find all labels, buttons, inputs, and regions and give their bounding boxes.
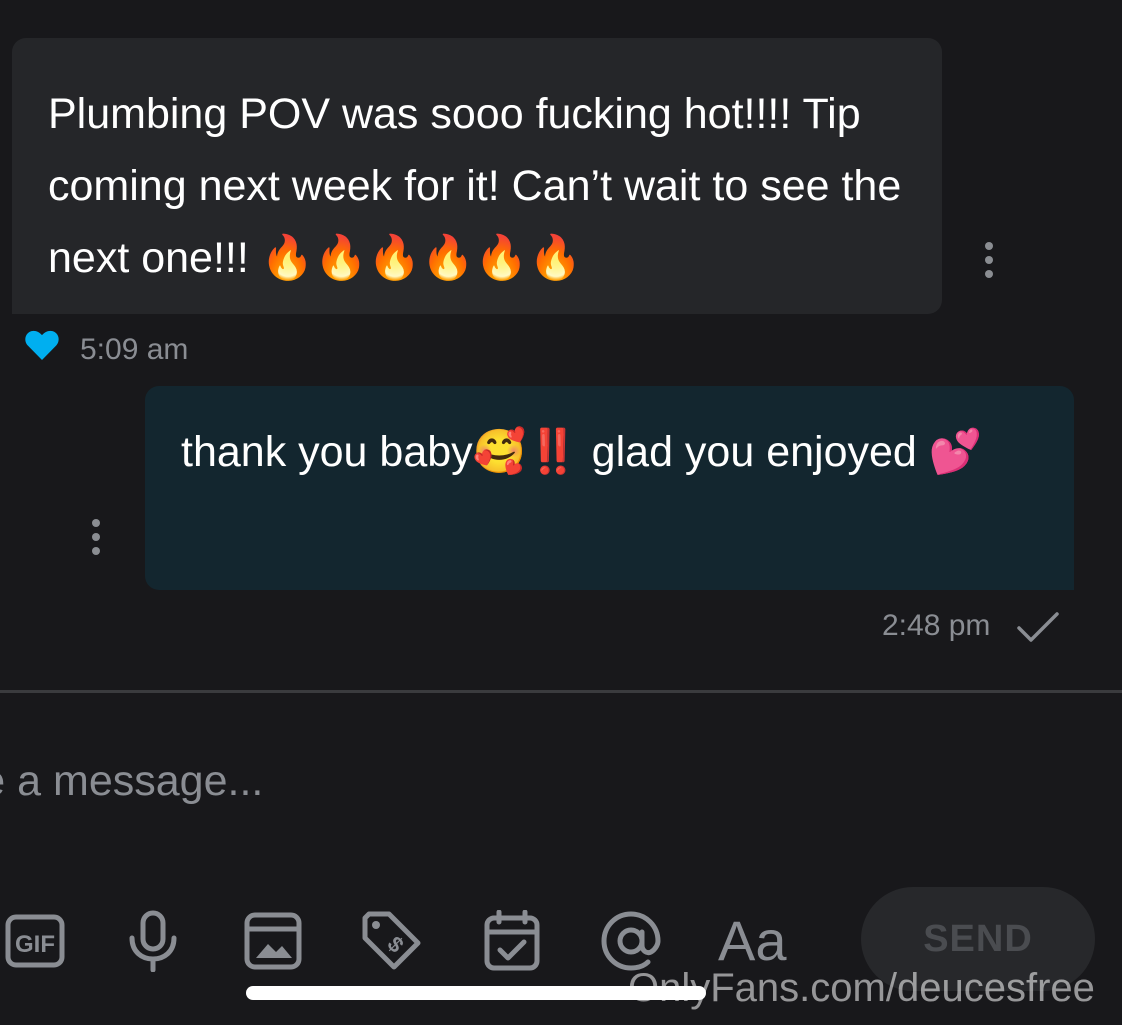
incoming-message-bubble: Plumbing POV was sooo fucking hot!!!! Ti… [12, 38, 942, 314]
svg-text:GIF: GIF [15, 931, 55, 958]
image-icon[interactable] [242, 910, 304, 972]
price-tag-icon[interactable]: $ [360, 910, 422, 972]
outgoing-message-time: 2:48 pm [882, 609, 991, 642]
outgoing-message-text: thank you baby🥰‼️ glad you enjoyed 💕 [181, 428, 983, 476]
gif-icon[interactable]: GIF [4, 910, 66, 972]
calendar-icon[interactable] [481, 910, 543, 972]
like-heart-icon[interactable] [24, 328, 60, 362]
mention-icon[interactable] [600, 910, 662, 972]
outgoing-message-bubble: thank you baby🥰‼️ glad you enjoyed 💕 [145, 386, 1074, 590]
incoming-message-options-icon[interactable] [984, 242, 994, 278]
incoming-message-time: 5:09 am [80, 333, 189, 366]
composer-divider [0, 690, 1122, 693]
text-format-icon[interactable]: Aa [718, 910, 787, 972]
outgoing-message-options-icon[interactable] [91, 519, 101, 555]
home-indicator[interactable] [246, 986, 706, 1000]
sent-check-icon [1017, 612, 1059, 642]
incoming-message-text: Plumbing POV was sooo fucking hot!!!! Ti… [48, 90, 902, 282]
message-input[interactable] [0, 748, 714, 814]
microphone-icon[interactable] [122, 910, 184, 972]
